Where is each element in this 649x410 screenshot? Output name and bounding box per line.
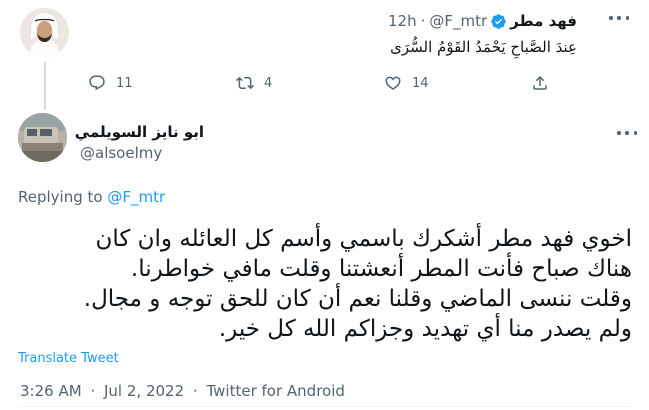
dot-icon: [625, 131, 629, 135]
replying-to-label: Replying to: [18, 188, 103, 206]
tweet-text-line: وقلت ننسى الماضي وقلنا نعم أن كان للحق ت…: [83, 286, 632, 312]
reply-count: 11: [116, 75, 133, 91]
parent-tweet-time[interactable]: 12h: [388, 12, 417, 30]
tweet-text-line: اخوي فهد مطر أشكرك باسمي وأسم كل العائله…: [95, 226, 632, 252]
divider: [18, 406, 631, 407]
reply-button[interactable]: 11: [88, 74, 133, 92]
retweet-count: 4: [264, 75, 273, 91]
meta-separator: ·: [90, 382, 96, 400]
like-button[interactable]: 14: [384, 74, 429, 92]
dot-icon: [633, 131, 637, 135]
parent-author-handle[interactable]: @F_mtr: [429, 12, 487, 30]
dot-icon: [625, 16, 629, 20]
like-count: 14: [412, 75, 429, 91]
tweet-metadata: 3:26 AM · Jul 2, 2022 · Twitter for Andr…: [18, 382, 347, 400]
retweet-icon: [236, 76, 254, 90]
parent-tweet[interactable]: فهد مطر @F_mtr · 12h عِندَ الصَّباحِ يَح…: [0, 0, 649, 110]
parent-tweet-header: فهد مطر @F_mtr · 12h: [388, 12, 577, 30]
main-author-avatar[interactable]: [18, 113, 67, 162]
tweet-text-line: ولم يصدر منا أي تهديد وجزاكم الله كل خير…: [218, 316, 632, 342]
dot-icon: [617, 16, 621, 20]
share-button[interactable]: [531, 74, 549, 92]
tweet-source[interactable]: Twitter for Android: [206, 382, 344, 400]
tweet-date[interactable]: Jul 2, 2022: [104, 382, 184, 400]
thread-connector-line: [44, 62, 46, 110]
header-separator: ·: [420, 12, 426, 30]
replying-to-handle-link[interactable]: @F_mtr: [107, 188, 165, 206]
main-more-options-button[interactable]: [617, 129, 637, 137]
meta-separator: ·: [192, 382, 198, 400]
reply-icon: [89, 75, 105, 91]
main-author-name[interactable]: ابو نايز السويلمي: [75, 123, 204, 141]
parent-tweet-text: عِندَ الصَّباحِ يَحْمَدُ القَوْمُ السُّر…: [390, 38, 577, 56]
translate-tweet-link[interactable]: Translate Tweet: [18, 351, 119, 366]
replying-to-line: Replying to @F_mtr: [18, 188, 165, 206]
dot-icon: [617, 131, 621, 135]
parent-more-options-button[interactable]: [609, 14, 629, 22]
parent-author-name[interactable]: فهد مطر: [510, 12, 577, 30]
heart-icon: [385, 76, 401, 90]
verified-badge-icon: [490, 13, 507, 30]
parent-tweet-actions: 11 4 14: [88, 74, 558, 92]
parent-author-avatar[interactable]: [20, 8, 69, 57]
tweet-text-line: هناك صباح فأنت المطر أنعشتنا وقلت مافي خ…: [130, 256, 632, 282]
share-icon: [533, 75, 547, 90]
main-author-handle[interactable]: @alsoelmy: [80, 144, 162, 162]
tweet-timestamp[interactable]: 3:26 AM: [20, 382, 82, 400]
retweet-button[interactable]: 4: [236, 74, 272, 92]
dot-icon: [609, 16, 613, 20]
main-tweet-text: اخوي فهد مطر أشكرك باسمي وأسم كل العائله…: [18, 224, 632, 344]
